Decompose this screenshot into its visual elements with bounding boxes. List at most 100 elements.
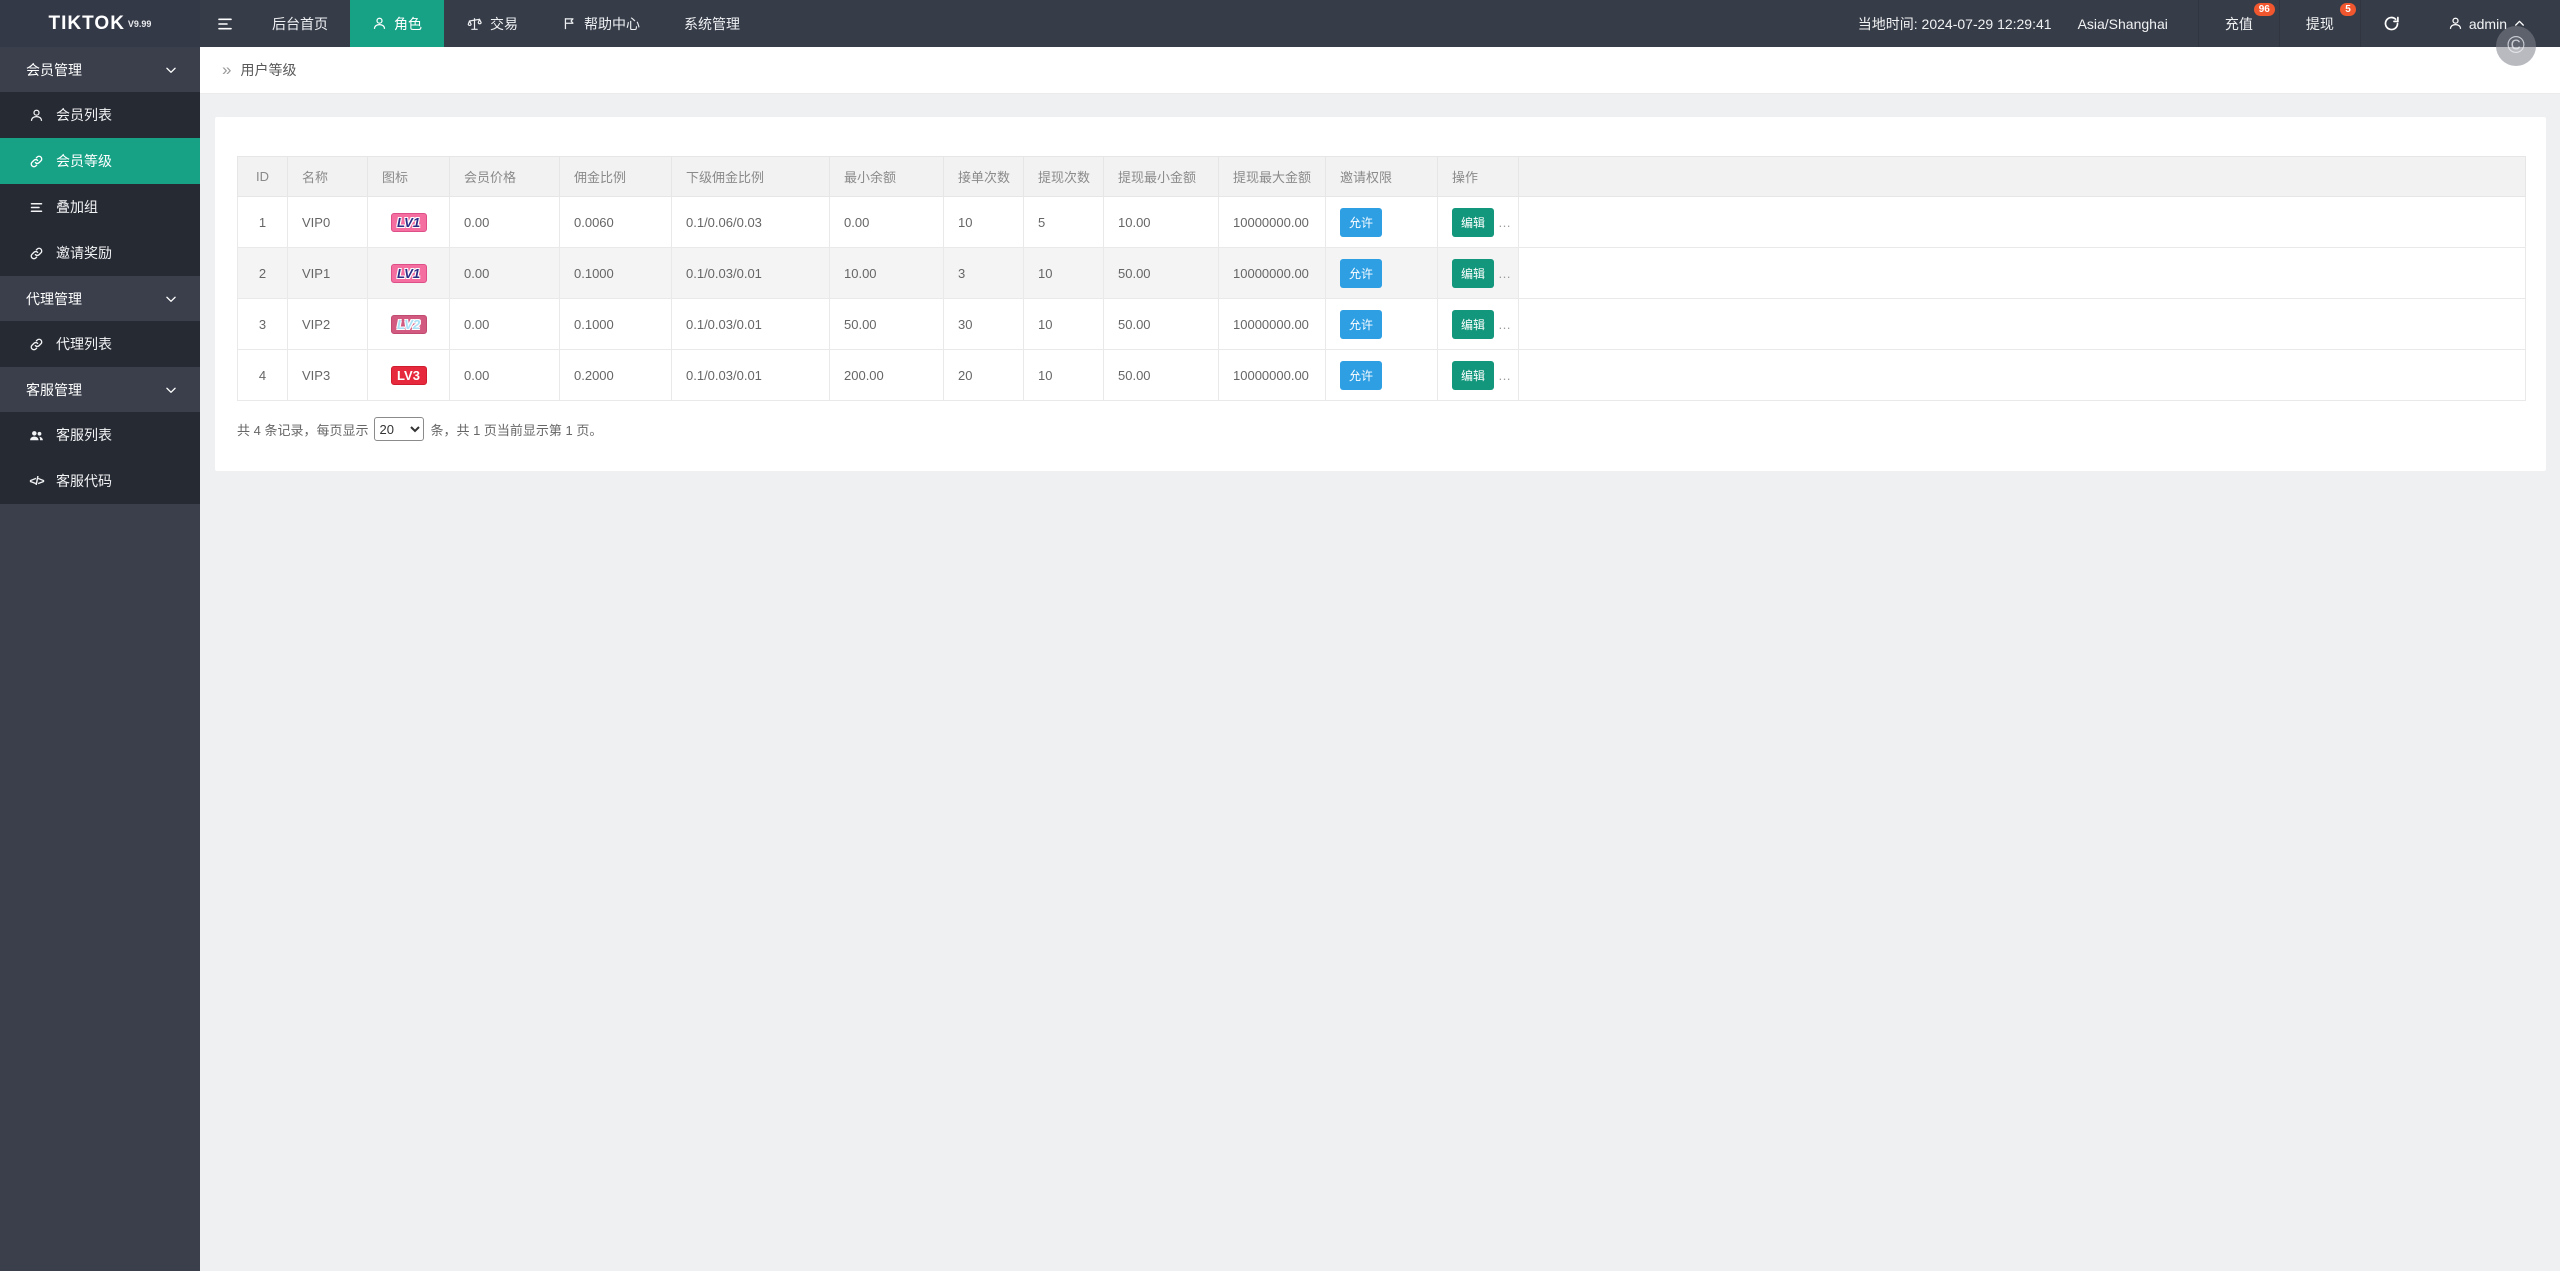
allow-button[interactable]: 允许	[1340, 309, 1383, 339]
copyright-watermark-icon: ©	[2496, 26, 2536, 66]
cell-icon: LV2	[367, 298, 450, 350]
sidebar-group-member-management[interactable]: 会员管理	[0, 47, 200, 92]
cell-withdraw-times: 5	[1023, 196, 1104, 248]
sidebar-item-service-code[interactable]: </> 客服代码	[0, 458, 200, 504]
sidebar-item-member-level[interactable]: 会员等级	[0, 138, 200, 184]
column-header: 提现最小金额	[1103, 156, 1219, 197]
sidebar-group-service-management[interactable]: 客服管理	[0, 367, 200, 412]
sidebar-item-invite-reward[interactable]: 邀请奖励	[0, 230, 200, 276]
pagination-suffix: 条，共 1 页当前显示第 1 页。	[430, 422, 603, 438]
edit-button[interactable]: 编辑	[1452, 360, 1495, 390]
cell-commission: 0.1000	[559, 247, 672, 299]
nav-item-label: 后台首页	[272, 15, 328, 32]
nav-item-home[interactable]: 后台首页	[250, 0, 350, 47]
cell-commission: 0.1000	[559, 298, 672, 350]
cell-withdraw-max: 10000000.00	[1218, 298, 1326, 350]
sidebar-group-label: 客服管理	[26, 381, 82, 398]
column-header: 提现最大金额	[1218, 156, 1326, 197]
edit-button[interactable]: 编辑	[1452, 207, 1495, 237]
allow-button[interactable]: 允许	[1340, 258, 1383, 288]
cell-withdraw-min: 50.00	[1103, 298, 1219, 350]
table-row: 4 VIP3 LV3 0.00 0.2000 0.1/0.03/0.01 200.00 20 1…	[237, 349, 2526, 401]
chevron-down-icon	[164, 292, 178, 306]
sidebar-group-label: 会员管理	[26, 61, 82, 78]
nav-item-help[interactable]: 帮助中心	[540, 0, 662, 47]
cell-invite: 允许	[1325, 298, 1438, 350]
cell-withdraw-max: 10000000.00	[1218, 349, 1326, 401]
edit-button[interactable]: 编辑	[1452, 258, 1495, 288]
pagination: 共 4 条记录，每页显示 20 条，共 1 页当前显示第 1 页。	[237, 417, 2526, 441]
cell-invite: 允许	[1325, 196, 1438, 248]
cell-sub-commission: 0.1/0.06/0.03	[671, 196, 830, 248]
sidebar-item-service-list[interactable]: 客服列表	[0, 412, 200, 458]
level-badge: LV2	[390, 314, 427, 334]
cell-id: 3	[237, 298, 288, 350]
sidebar-item-label: 客服列表	[56, 427, 112, 443]
levels-table: ID 名称 图标 会员价格 佣金比例 下级佣金比例 最小余额 接单次数 提现次数 提现最小金额 提现…	[237, 156, 2526, 401]
allow-button[interactable]: 允许	[1340, 360, 1383, 390]
cell-withdraw-min: 50.00	[1103, 247, 1219, 299]
table-row: 1 VIP0 LV1 0.00 0.0060 0.1/0.06/0.03 0.00 10 5 10…	[237, 196, 2526, 248]
app-logo[interactable]: TIKTOK V9.99	[0, 0, 200, 47]
cell-min-balance: 0.00	[829, 196, 944, 248]
cell-sub-commission: 0.1/0.03/0.01	[671, 247, 830, 299]
scales-icon	[466, 16, 483, 32]
sidebar-item-stack-group[interactable]: 叠加组	[0, 184, 200, 230]
level-badge: LV3	[390, 365, 427, 385]
more-actions-label: …	[1498, 316, 1513, 332]
sidebar-item-label: 邀请奖励	[56, 245, 112, 261]
withdraw-link[interactable]: 提现 5	[2278, 0, 2360, 47]
recharge-link[interactable]: 充值 96	[2197, 0, 2279, 47]
cell-price: 0.00	[449, 196, 560, 248]
table-body: 1 VIP0 LV1 0.00 0.0060 0.1/0.06/0.03 0.00 10 5 10…	[237, 196, 2526, 401]
column-header: 邀请权限	[1325, 156, 1438, 197]
flag-icon	[562, 16, 577, 31]
allow-button[interactable]: 允许	[1340, 207, 1383, 237]
cell-take-orders: 30	[943, 298, 1024, 350]
table-row: 2 VIP1 LV1 0.00 0.1000 0.1/0.03/0.01 10.00 3 10 5…	[237, 247, 2526, 299]
cell-withdraw-times: 10	[1023, 349, 1104, 401]
app-logo-text: TIKTOK	[48, 12, 125, 34]
sidebar-item-label: 客服代码	[56, 473, 112, 489]
cell-name: VIP1	[287, 247, 368, 299]
cell-actions: 编辑…	[1437, 196, 1519, 248]
nav-item-trade[interactable]: 交易	[444, 0, 540, 47]
cell-actions: 编辑…	[1437, 247, 1519, 299]
per-page-select[interactable]: 20	[374, 417, 425, 441]
cell-withdraw-max: 10000000.00	[1218, 196, 1326, 248]
cell-take-orders: 20	[943, 349, 1024, 401]
table-card: ID 名称 图标 会员价格 佣金比例 下级佣金比例 最小余额 接单次数 提现次数 提现最小金额 提现…	[215, 117, 2546, 471]
cell-withdraw-times: 10	[1023, 298, 1104, 350]
cell-take-orders: 10	[943, 196, 1024, 248]
more-actions-label: …	[1498, 214, 1513, 230]
cell-invite: 允许	[1325, 349, 1438, 401]
nav-item-label: 交易	[490, 15, 518, 32]
nav-item-label: 系统管理	[684, 15, 740, 32]
cell-id: 4	[237, 349, 288, 401]
edit-button[interactable]: 编辑	[1452, 309, 1495, 339]
column-header: 提现次数	[1023, 156, 1104, 197]
nav-item-role[interactable]: 角色	[350, 0, 444, 47]
column-header: 下级佣金比例	[671, 156, 830, 197]
list-icon	[28, 200, 45, 215]
cell-min-balance: 50.00	[829, 298, 944, 350]
sidebar-item-member-list[interactable]: 会员列表	[0, 92, 200, 138]
cell-sub-commission: 0.1/0.03/0.01	[671, 298, 830, 350]
sidebar-item-agent-list[interactable]: 代理列表	[0, 321, 200, 367]
hamburger-icon[interactable]	[200, 0, 250, 47]
cell-filler	[1518, 349, 2526, 401]
cell-withdraw-times: 10	[1023, 247, 1104, 299]
chevron-down-icon	[164, 63, 178, 77]
cell-commission: 0.0060	[559, 196, 672, 248]
cell-actions: 编辑…	[1437, 298, 1519, 350]
level-badge: LV1	[390, 212, 427, 232]
link-icon	[28, 154, 45, 169]
link-icon	[28, 246, 45, 261]
cell-filler	[1518, 298, 2526, 350]
topbar-right: 当地时间: 2024-07-29 12:29:41 Asia/Shanghai …	[1858, 0, 2560, 47]
sidebar-item-label: 代理列表	[56, 336, 112, 352]
nav-item-system[interactable]: 系统管理	[662, 0, 762, 47]
refresh-icon[interactable]	[2359, 0, 2422, 47]
top-nav: 后台首页 角色 交易 帮助中心 系统管理	[250, 0, 762, 47]
sidebar-group-agent-management[interactable]: 代理管理	[0, 276, 200, 321]
